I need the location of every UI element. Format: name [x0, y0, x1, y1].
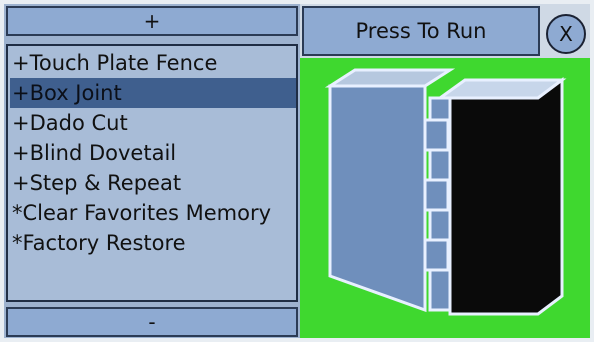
menu-item-clear-favorites[interactable]: *Clear Favorites Memory [10, 198, 296, 228]
operation-preview [300, 58, 590, 338]
menu-item-box-joint[interactable]: +Box Joint [10, 78, 296, 108]
operation-list: +Touch Plate Fence +Box Joint +Dado Cut … [6, 44, 298, 302]
menu-item-step-repeat[interactable]: +Step & Repeat [10, 168, 296, 198]
box-joint-diagram-icon [324, 68, 567, 316]
device-screen: + +Touch Plate Fence +Box Joint +Dado Cu… [4, 4, 590, 338]
menu-item-blind-dovetail[interactable]: +Blind Dovetail [10, 138, 296, 168]
menu-item-touch-plate-fence[interactable]: +Touch Plate Fence [10, 48, 296, 78]
menu-item-factory-restore[interactable]: *Factory Restore [10, 228, 296, 258]
scroll-down-button[interactable]: - [6, 307, 298, 337]
close-icon: X [559, 22, 573, 46]
scroll-up-button[interactable]: + [6, 6, 298, 36]
operation-menu-panel: + +Touch Plate Fence +Box Joint +Dado Cu… [4, 4, 300, 338]
menu-item-dado-cut[interactable]: +Dado Cut [10, 108, 296, 138]
press-to-run-button[interactable]: Press To Run [302, 6, 540, 56]
close-button[interactable]: X [546, 14, 586, 54]
